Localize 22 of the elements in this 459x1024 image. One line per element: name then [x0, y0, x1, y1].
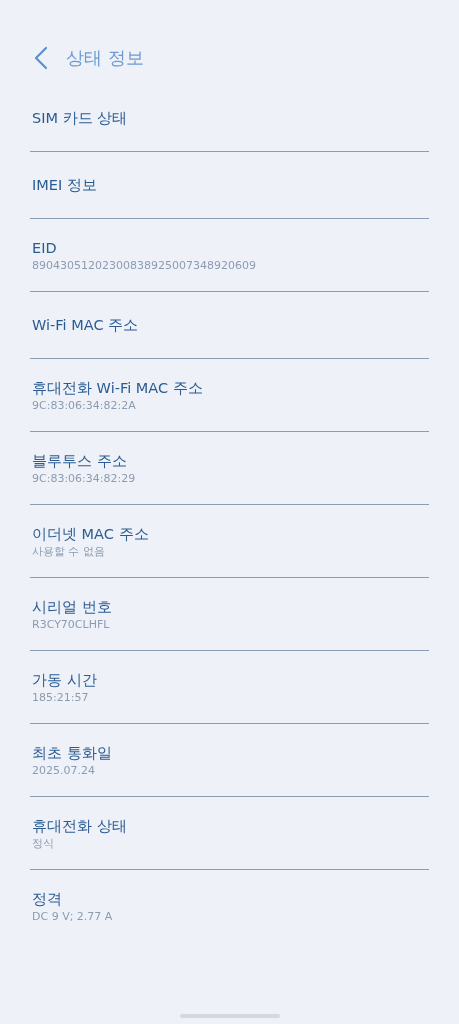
setting-value: 9C:83:06:34:82:2A	[32, 399, 137, 413]
setting-value: 정식	[32, 837, 55, 851]
setting-value: R3CY70CLHFL	[32, 618, 111, 632]
setting-title[interactable]: 휴대전화 상태	[32, 815, 427, 837]
setting-title[interactable]: EID	[32, 237, 427, 259]
setting-title[interactable]: 시리얼 번호	[32, 596, 427, 618]
setting-value: 사용할 수 없음	[32, 545, 106, 559]
setting-value: 185:21:57	[32, 691, 90, 705]
setting-value: 89043051202300838925007348920609	[32, 259, 257, 273]
setting-title[interactable]: SIM 카드 상태	[32, 107, 427, 129]
setting-title[interactable]: 블루투스 주소	[32, 450, 427, 472]
setting-title[interactable]: 최초 통화일	[32, 742, 427, 764]
setting-title[interactable]: Wi-Fi MAC 주소	[32, 314, 427, 336]
setting-value: 2025.07.24	[32, 764, 96, 778]
page-title: 상태 정보	[66, 46, 144, 70]
setting-title[interactable]: 휴대전화 Wi-Fi MAC 주소	[32, 377, 427, 399]
setting-title[interactable]: 가동 시간	[32, 669, 427, 691]
setting-value: DC 9 V; 2.77 A	[32, 910, 114, 924]
setting-title[interactable]: 정격	[32, 888, 427, 910]
setting-title[interactable]: IMEI 정보	[32, 174, 427, 196]
setting-value: 9C:83:06:34:82:29	[32, 472, 137, 486]
setting-title[interactable]: 이더넷 MAC 주소	[32, 523, 427, 545]
